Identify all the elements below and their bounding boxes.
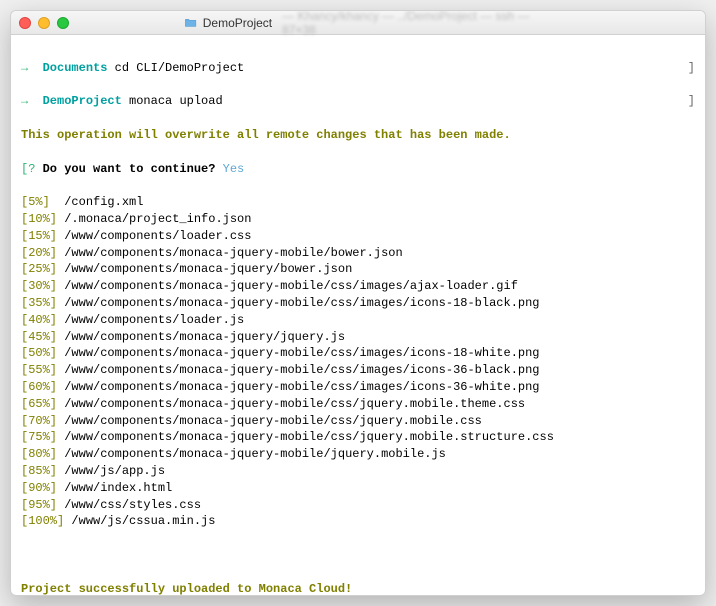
progress-percent: [55%] — [21, 363, 57, 377]
progress-path: /.monaca/project_info.json — [57, 212, 251, 226]
progress-line: [95%] /www/css/styles.css — [21, 497, 695, 514]
progress-line: [15%] /www/components/loader.css — [21, 228, 695, 245]
command-text: monaca upload — [122, 94, 223, 108]
progress-line: [60%] /www/components/monaca-jquery-mobi… — [21, 379, 695, 396]
progress-line: [70%] /www/components/monaca-jquery-mobi… — [21, 413, 695, 430]
progress-path: /www/components/monaca-jquery-mobile/css… — [57, 380, 539, 394]
progress-line: [5%] /config.xml — [21, 194, 695, 211]
command-text: cd CLI/DemoProject — [107, 61, 244, 75]
maximize-button[interactable] — [57, 17, 69, 29]
progress-percent: [75%] — [21, 430, 57, 444]
minimize-button[interactable] — [38, 17, 50, 29]
cwd-label: DemoProject — [43, 94, 122, 108]
answer-yes: Yes — [223, 162, 245, 176]
progress-path: /www/css/styles.css — [57, 498, 201, 512]
progress-line: [10%] /.monaca/project_info.json — [21, 211, 695, 228]
progress-percent: [85%] — [21, 464, 57, 478]
window-title: DemoProject — Khancy/khancy — ../DemoPro… — [185, 10, 532, 37]
progress-line: [50%] /www/components/monaca-jquery-mobi… — [21, 345, 695, 362]
progress-path: /www/components/loader.css — [57, 229, 251, 243]
progress-percent: [20%] — [21, 246, 57, 260]
progress-path: /www/components/monaca-jquery-mobile/css… — [57, 397, 525, 411]
warning-text: This operation will overwrite all remote… — [21, 128, 511, 142]
progress-percent: [40%] — [21, 313, 57, 327]
progress-path: /www/components/monaca-jquery-mobile/css… — [57, 363, 539, 377]
progress-path: /www/components/monaca-jquery-mobile/css… — [57, 346, 539, 360]
progress-line: [40%] /www/components/loader.js — [21, 312, 695, 329]
progress-path: /www/components/monaca-jquery-mobile/jqu… — [57, 447, 446, 461]
progress-percent: [60%] — [21, 380, 57, 394]
progress-percent: [70%] — [21, 414, 57, 428]
success-message: Project successfully uploaded to Monaca … — [21, 582, 352, 596]
progress-percent: [50%] — [21, 346, 57, 360]
progress-percent: [65%] — [21, 397, 57, 411]
progress-line: [25%] /www/components/monaca-jquery/bowe… — [21, 261, 695, 278]
progress-path: /www/components/monaca-jquery/bower.json — [57, 262, 352, 276]
folder-icon — [185, 17, 197, 28]
progress-percent: [100%] — [21, 514, 64, 528]
prompt-question: Do you want to continue? — [35, 162, 222, 176]
progress-line: [35%] /www/components/monaca-jquery-mobi… — [21, 295, 695, 312]
title-path: — Khancy/khancy — ../DemoProject — ssh —… — [282, 10, 531, 37]
progress-line: [20%] /www/components/monaca-jquery-mobi… — [21, 245, 695, 262]
progress-percent: [95%] — [21, 498, 57, 512]
progress-path: /www/components/monaca-jquery-mobile/css… — [57, 414, 482, 428]
progress-percent: [80%] — [21, 447, 57, 461]
progress-line: [100%] /www/js/cssua.min.js — [21, 513, 695, 530]
titlebar[interactable]: DemoProject — Khancy/khancy — ../DemoPro… — [11, 11, 705, 35]
progress-path: /www/js/cssua.min.js — [64, 514, 215, 528]
progress-line: [55%] /www/components/monaca-jquery-mobi… — [21, 362, 695, 379]
prompt-arrow: → — [21, 61, 28, 75]
progress-percent: [10%] — [21, 212, 57, 226]
progress-line: [90%] /www/index.html — [21, 480, 695, 497]
terminal-body[interactable]: ] → Documents cd CLI/DemoProject ] → DemoP… — [11, 35, 705, 596]
progress-percent: [25%] — [21, 262, 57, 276]
progress-percent: [35%] — [21, 296, 57, 310]
prompt-arrow: → — [21, 94, 28, 108]
progress-line: [30%] /www/components/monaca-jquery-mobi… — [21, 278, 695, 295]
progress-percent: [45%] — [21, 330, 57, 344]
progress-path: /www/components/loader.js — [57, 313, 244, 327]
progress-path: /www/index.html — [57, 481, 172, 495]
progress-path: /www/components/monaca-jquery-mobile/bow… — [57, 246, 403, 260]
terminal-window: DemoProject — Khancy/khancy — ../DemoPro… — [10, 10, 706, 596]
progress-line: [85%] /www/js/app.js — [21, 463, 695, 480]
prompt-brace: ] — [688, 93, 695, 110]
progress-percent: [90%] — [21, 481, 57, 495]
progress-path: /www/components/monaca-jquery-mobile/css… — [57, 430, 554, 444]
progress-line: [45%] /www/components/monaca-jquery/jque… — [21, 329, 695, 346]
progress-path: /www/components/monaca-jquery/jquery.js — [57, 330, 345, 344]
progress-path: /config.xml — [50, 195, 144, 209]
progress-line: [65%] /www/components/monaca-jquery-mobi… — [21, 396, 695, 413]
progress-path: /www/components/monaca-jquery-mobile/css… — [57, 296, 539, 310]
progress-percent: [30%] — [21, 279, 57, 293]
progress-percent: [5%] — [21, 195, 50, 209]
progress-path: /www/js/app.js — [57, 464, 165, 478]
progress-percent: [15%] — [21, 229, 57, 243]
traffic-lights — [19, 17, 69, 29]
progress-line: [80%] /www/components/monaca-jquery-mobi… — [21, 446, 695, 463]
question-mark: [? — [21, 162, 35, 176]
title-folder: DemoProject — [203, 16, 272, 30]
prompt-brace: ] — [688, 60, 695, 77]
close-button[interactable] — [19, 17, 31, 29]
progress-path: /www/components/monaca-jquery-mobile/css… — [57, 279, 518, 293]
cwd-label: Documents — [43, 61, 108, 75]
upload-progress-list: [5%] /config.xml[10%] /.monaca/project_i… — [21, 194, 695, 530]
progress-line: [75%] /www/components/monaca-jquery-mobi… — [21, 429, 695, 446]
